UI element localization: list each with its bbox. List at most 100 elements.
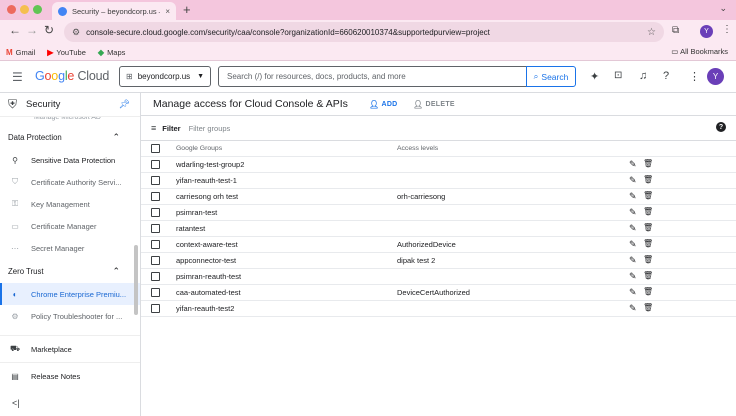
all-bookmarks-button[interactable]: ▭ All Bookmarks (671, 47, 728, 56)
delete-trash-icon[interactable]: 🗑︎ (643, 303, 653, 312)
address-bar[interactable]: ⚙ console-secure.cloud.google.com/securi… (64, 22, 664, 42)
delete-trash-icon[interactable]: 🗑︎ (643, 223, 653, 232)
column-header-groups[interactable]: Google Groups (176, 145, 222, 152)
window-minimize-button[interactable] (20, 5, 29, 14)
select-all-checkbox[interactable] (151, 144, 160, 153)
bookmark-gmail[interactable]: M Gmail (6, 48, 35, 57)
bookmark-star-icon[interactable]: ☆ (647, 27, 656, 38)
search-input[interactable]: Search (/) for resources, docs, products… (218, 66, 527, 87)
window-zoom-button[interactable] (33, 5, 42, 14)
delete-trash-icon[interactable]: 🗑︎ (643, 255, 653, 264)
sidebar-item-release-notes[interactable]: ▤ Release Notes (0, 362, 140, 389)
row-checkbox[interactable] (151, 272, 160, 281)
sidebar-item-certificate-authority[interactable]: ⛉ Certificate Authority Servi... (0, 171, 140, 193)
gemini-icon[interactable]: ✦ (590, 70, 599, 83)
column-help-icon[interactable]: ? (716, 122, 726, 132)
more-options-icon[interactable]: ⋮ (689, 70, 700, 83)
sidebar-header: ⛨ Security 📌︎ (0, 93, 140, 117)
add-button[interactable]: 👤︎ ADD (369, 100, 398, 109)
project-picker[interactable]: ⊞ beyondcorp.us ▼ (119, 66, 211, 87)
tab-close-icon[interactable]: × (165, 7, 170, 16)
pin-icon[interactable]: 📌︎ (119, 99, 130, 110)
delete-trash-icon[interactable]: 🗑︎ (643, 239, 653, 248)
bookmark-youtube[interactable]: ▶ YouTube (47, 48, 86, 57)
sidebar: ⛨ Security 📌︎ Manage Microsoft AD Data P… (0, 93, 141, 416)
edit-pencil-icon[interactable]: ✎ (629, 159, 637, 170)
delete-button[interactable]: 👤︎ DELETE (413, 100, 455, 109)
row-checkbox[interactable] (151, 288, 160, 297)
menu-hamburger-icon[interactable]: ☰ (12, 70, 23, 84)
table-row: yifan-reauth-test2 ✎ 🗑︎ (141, 301, 736, 317)
row-checkbox[interactable] (151, 304, 160, 313)
delete-trash-icon[interactable]: 🗑︎ (643, 159, 653, 168)
sidebar-section-zero-trust[interactable]: Zero Trust ⌃ (0, 259, 140, 283)
group-name: caa-automated-test (176, 288, 241, 297)
back-arrow-icon[interactable]: ← (9, 23, 21, 37)
collapse-sidebar-icon[interactable]: <| (12, 398, 20, 408)
forward-arrow-icon[interactable]: → (26, 23, 38, 37)
sidebar-item-key[interactable]: ⚿ Key Management (0, 193, 140, 215)
row-checkbox[interactable] (151, 208, 160, 217)
row-checkbox[interactable] (151, 176, 160, 185)
sidebar-item-secret[interactable]: ⋯ Secret Manager (0, 237, 140, 259)
google-cloud-logo[interactable]: Google Cloud (35, 69, 109, 83)
edit-pencil-icon[interactable]: ✎ (629, 287, 637, 298)
sidebar-section-label: Zero Trust (8, 266, 44, 276)
secret-icon: ⋯ (11, 243, 19, 253)
sidebar-scrollbar[interactable] (134, 245, 138, 315)
edit-pencil-icon[interactable]: ✎ (629, 239, 637, 250)
sidebar-item-policy-troubleshooter[interactable]: ⚙ Policy Troubleshooter for ... (0, 305, 140, 327)
column-header-levels[interactable]: Access levels (397, 145, 438, 152)
browser-tab[interactable]: Security – beyondcorp.us – G × (52, 2, 176, 20)
add-button-label: ADD (381, 101, 398, 108)
filter-icon[interactable]: ≡ (151, 123, 156, 133)
user-avatar[interactable]: Y (707, 68, 724, 85)
extensions-icon[interactable]: ⧉ (672, 25, 679, 36)
delete-trash-icon[interactable]: 🗑︎ (643, 287, 653, 296)
bookmark-maps[interactable]: ◆ Maps (98, 48, 126, 57)
group-name: psimran-reauth-test (176, 272, 242, 281)
delete-trash-icon[interactable]: 🗑︎ (643, 175, 653, 184)
edit-pencil-icon[interactable]: ✎ (629, 207, 637, 218)
new-tab-button[interactable]: + (183, 2, 191, 17)
delete-trash-icon[interactable]: 🗑︎ (643, 191, 653, 200)
edit-pencil-icon[interactable]: ✎ (629, 271, 637, 282)
delete-trash-icon[interactable]: 🗑︎ (643, 271, 653, 280)
window-close-button[interactable] (7, 5, 16, 14)
notifications-bell-icon[interactable]: ♫ (639, 70, 647, 82)
help-icon[interactable]: ? (663, 70, 669, 82)
url-text[interactable]: console-secure.cloud.google.com/security… (86, 28, 641, 37)
search-button[interactable]: ⌕ Search (526, 66, 576, 87)
tab-search-button[interactable]: ⌄ (719, 3, 727, 14)
browser-profile-avatar[interactable]: Y (700, 25, 713, 38)
browser-menu-icon[interactable]: ⋮ (722, 24, 732, 35)
table-row: ratantest ✎ 🗑︎ (141, 221, 736, 237)
row-checkbox[interactable] (151, 224, 160, 233)
row-checkbox[interactable] (151, 256, 160, 265)
sidebar-item-chrome-enterprise[interactable]: ◐ Chrome Enterprise Premiu... (0, 283, 140, 305)
table-row: psimran-test ✎ 🗑︎ (141, 205, 736, 221)
row-checkbox[interactable] (151, 192, 160, 201)
sidebar-section-label: Data Protection (8, 132, 62, 142)
access-level: DeviceCertAuthorized (397, 288, 470, 297)
reload-icon[interactable]: ↻ (44, 23, 54, 37)
table-row: psimran-reauth-test ✎ 🗑︎ (141, 269, 736, 285)
browser-toolbar: ← → ↻ ⚙ console-secure.cloud.google.com/… (0, 20, 736, 44)
sidebar-item-cut-off[interactable]: Manage Microsoft AD (0, 117, 140, 125)
sidebar-item-marketplace[interactable]: ⛟ Marketplace (0, 335, 140, 362)
sidebar-section-data-protection[interactable]: Data Protection ⌃ (0, 125, 140, 149)
edit-pencil-icon[interactable]: ✎ (629, 175, 637, 186)
sidebar-item-sensitive-data[interactable]: ⚲ Sensitive Data Protection (0, 149, 140, 171)
cloud-shell-icon[interactable]: ⊡ (614, 70, 622, 81)
row-checkbox[interactable] (151, 160, 160, 169)
filter-input[interactable]: Filter groups (189, 124, 231, 133)
row-checkbox[interactable] (151, 240, 160, 249)
edit-pencil-icon[interactable]: ✎ (629, 191, 637, 202)
table-row: caa-automated-test DeviceCertAuthorized ✎ 🗑… (141, 285, 736, 301)
sidebar-item-certificate[interactable]: ▭ Certificate Manager (0, 215, 140, 237)
edit-pencil-icon[interactable]: ✎ (629, 255, 637, 266)
delete-trash-icon[interactable]: 🗑︎ (643, 207, 653, 216)
site-info-icon[interactable]: ⚙ (72, 27, 80, 38)
edit-pencil-icon[interactable]: ✎ (629, 303, 637, 314)
edit-pencil-icon[interactable]: ✎ (629, 223, 637, 234)
